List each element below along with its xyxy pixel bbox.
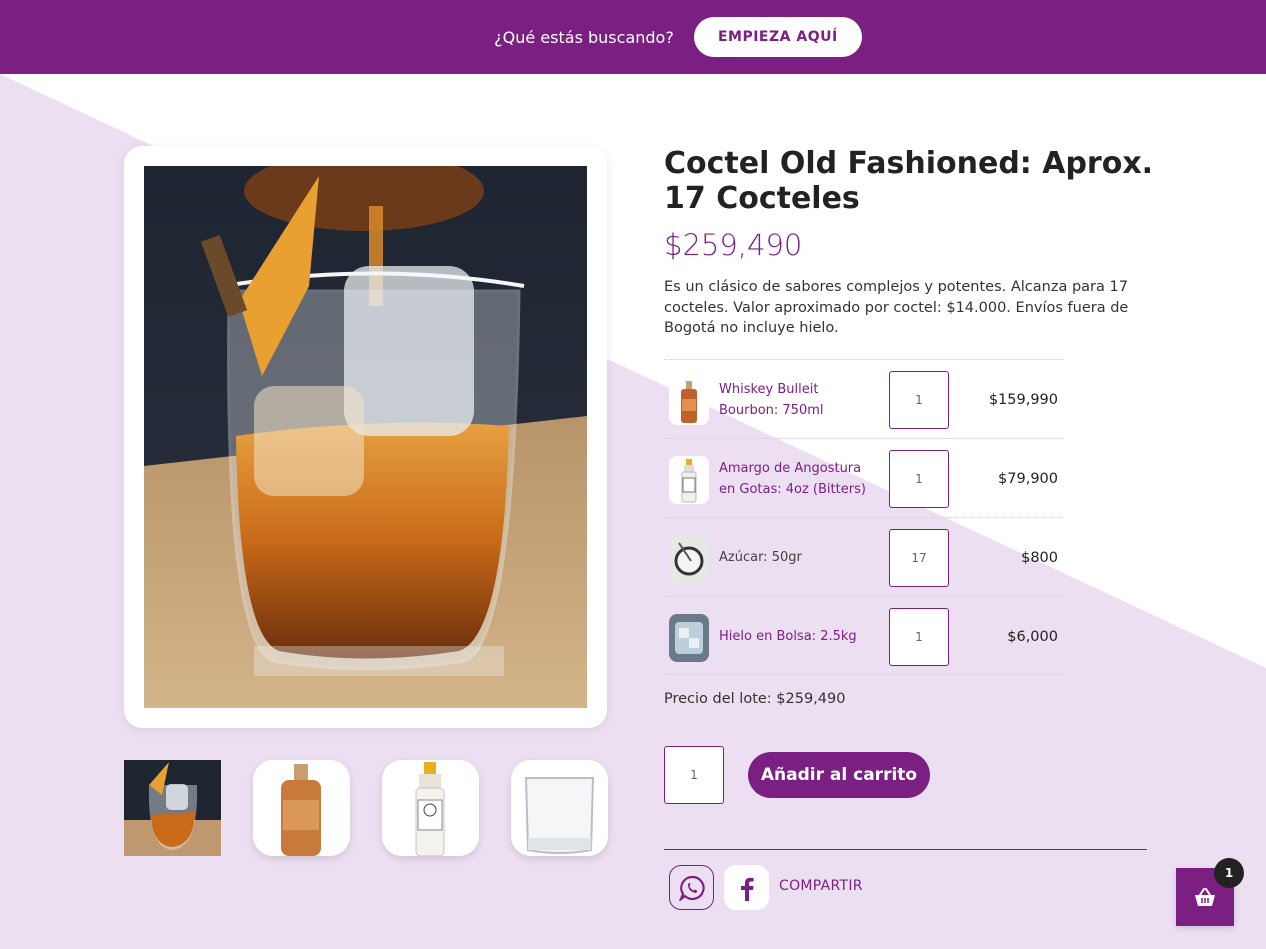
ice-bag-icon xyxy=(669,614,709,662)
product-main-image[interactable] xyxy=(144,166,587,708)
bundle-items-list: Whiskey Bulleit Bourbon: 750ml 1 $159,99… xyxy=(664,359,1064,675)
whiskey-bottle-icon xyxy=(669,377,709,425)
whatsapp-icon xyxy=(678,875,705,901)
sugar-icon xyxy=(669,535,709,583)
cart-count-badge: 1 xyxy=(1214,858,1244,888)
bundle-item-price: $79,900 xyxy=(998,470,1058,487)
bundle-item: Hielo en Bolsa: 2.5kg 1 $6,000 xyxy=(664,596,1064,675)
product-description: Es un clásico de sabores complejos y pot… xyxy=(664,279,1129,336)
whatsapp-share-button[interactable] xyxy=(669,865,714,910)
main-image-card xyxy=(124,146,607,728)
bundle-item-qty-input[interactable]: 1 xyxy=(889,450,949,508)
bundle-item-qty-input[interactable]: 1 xyxy=(889,371,949,429)
thumbnail-glass[interactable] xyxy=(511,760,608,856)
thumbnail-whiskey[interactable] xyxy=(253,760,350,856)
lot-price: Precio del lote: $259,490 xyxy=(664,691,846,707)
old-fashioned-glass-photo xyxy=(144,166,587,708)
share-label[interactable]: COMPARTIR xyxy=(779,878,863,894)
thumbnail-cocktail[interactable] xyxy=(124,760,221,856)
bundle-item-name[interactable]: Hielo en Bolsa: 2.5kg xyxy=(719,597,879,676)
bundle-item-price: $6,000 xyxy=(1007,628,1058,645)
shopping-basket-icon xyxy=(1195,888,1215,906)
product-price: $259,490 xyxy=(664,228,803,262)
bundle-item-name[interactable]: Azúcar: 50gr xyxy=(719,518,879,597)
bundle-item-qty-input[interactable]: 1 xyxy=(889,608,949,666)
top-banner: ¿Qué estás buscando? EMPIEZA AQUÍ xyxy=(0,0,1266,74)
quantity-input[interactable]: 1 xyxy=(664,746,724,804)
search-prompt: ¿Qué estás buscando? xyxy=(494,27,674,47)
product-title: Coctel Old Fashioned: Aprox. 17 Cocteles xyxy=(664,146,1154,216)
facebook-icon xyxy=(740,877,754,901)
bundle-item: Amargo de Angostura en Gotas: 4oz (Bitte… xyxy=(664,438,1064,517)
facebook-share-button[interactable] xyxy=(724,865,769,910)
bitters-bottle-icon xyxy=(669,456,709,504)
bundle-item-qty-input[interactable]: 17 xyxy=(889,529,949,587)
thumbnail-bitters[interactable] xyxy=(382,760,479,856)
bundle-item-name[interactable]: Whiskey Bulleit Bourbon: 750ml xyxy=(719,360,879,439)
bundle-item-price: $800 xyxy=(1021,549,1058,566)
divider xyxy=(664,849,1147,850)
add-to-cart-button[interactable]: Añadir al carrito xyxy=(748,752,930,798)
bundle-item: Azúcar: 50gr 17 $800 xyxy=(664,517,1064,596)
start-here-button[interactable]: EMPIEZA AQUÍ xyxy=(693,17,862,57)
bundle-item-name[interactable]: Amargo de Angostura en Gotas: 4oz (Bitte… xyxy=(719,439,879,518)
bundle-item: Whiskey Bulleit Bourbon: 750ml 1 $159,99… xyxy=(664,359,1064,438)
bundle-item-price: $159,990 xyxy=(988,391,1058,408)
